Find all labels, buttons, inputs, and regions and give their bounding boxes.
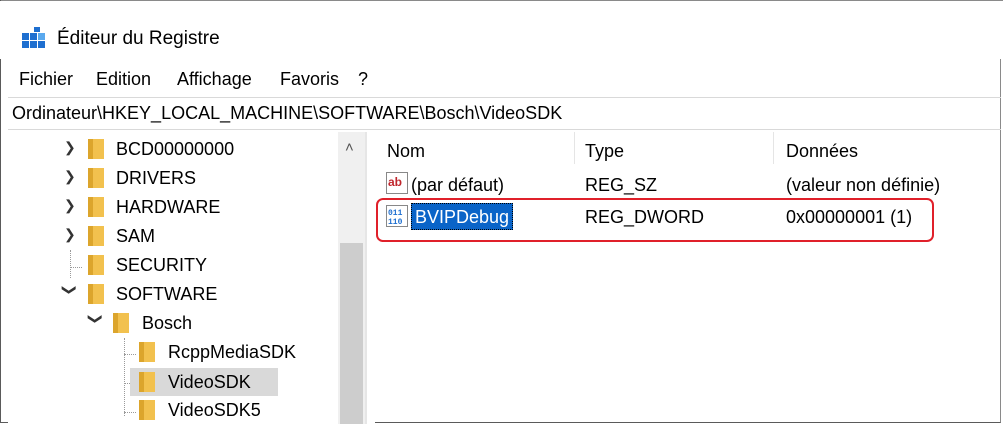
tree-guide-line bbox=[124, 412, 136, 413]
folder-icon bbox=[139, 342, 155, 362]
column-separator[interactable] bbox=[574, 132, 575, 164]
menu-favoris[interactable]: Favoris bbox=[280, 69, 339, 90]
chevron-right-icon[interactable]: ❯ bbox=[64, 197, 80, 213]
folder-icon bbox=[88, 197, 104, 217]
chevron-right-icon[interactable]: ❯ bbox=[64, 168, 80, 184]
tree-guide-line bbox=[70, 267, 82, 268]
chevron-down-icon[interactable]: ❯ bbox=[88, 313, 104, 329]
tree-item-label: HARDWARE bbox=[116, 197, 221, 217]
chevron-right-icon[interactable]: ❯ bbox=[64, 226, 80, 242]
tree-item-label: VideoSDK5 bbox=[168, 400, 261, 420]
menu-help[interactable]: ? bbox=[358, 69, 368, 90]
value-name[interactable]: (par défaut) bbox=[411, 175, 504, 196]
window-title: Éditeur du Registre bbox=[57, 28, 220, 49]
tree-item-label: BCD00000000 bbox=[116, 139, 235, 159]
column-header-name[interactable]: Nom bbox=[387, 141, 425, 162]
tree-item-label: SOFTWARE bbox=[116, 284, 218, 304]
highlight-annotation bbox=[376, 198, 934, 242]
column-header-data[interactable]: Données bbox=[786, 141, 858, 162]
pane-splitter[interactable] bbox=[365, 132, 375, 424]
tree-item-label: SECURITY bbox=[116, 255, 208, 275]
folder-open-icon bbox=[139, 372, 155, 392]
menu-affichage[interactable]: Affichage bbox=[177, 69, 252, 90]
folder-icon bbox=[88, 168, 104, 188]
address-path[interactable]: Ordinateur\HKEY_LOCAL_MACHINE\SOFTWARE\B… bbox=[12, 103, 562, 124]
tree-item-label: RcppMediaSDK bbox=[168, 342, 297, 362]
menu-edition[interactable]: Edition bbox=[96, 69, 151, 90]
tree-item-label: SAM bbox=[116, 226, 156, 246]
string-value-icon: ab bbox=[386, 172, 408, 194]
scrollbar-thumb[interactable] bbox=[340, 243, 363, 424]
chevron-right-icon[interactable]: ❯ bbox=[64, 139, 80, 155]
value-data: (valeur non définie) bbox=[786, 175, 941, 195]
tree-guide-line bbox=[124, 354, 136, 355]
chevron-down-icon[interactable]: ❯ bbox=[62, 284, 78, 300]
column-separator[interactable] bbox=[773, 132, 774, 164]
svg-text:ab: ab bbox=[388, 175, 402, 189]
menu-fichier[interactable]: Fichier bbox=[19, 69, 73, 90]
value-type: REG_SZ bbox=[585, 175, 658, 195]
tree-item-label: DRIVERS bbox=[116, 168, 197, 188]
registry-editor-icon bbox=[22, 27, 45, 48]
tree-scrollbar[interactable]: ˄ bbox=[338, 132, 365, 424]
folder-icon bbox=[88, 255, 104, 275]
tree-guide-line bbox=[124, 338, 125, 416]
folder-open-icon bbox=[88, 284, 104, 304]
tree-item-videosdk[interactable]: VideoSDK bbox=[130, 368, 278, 396]
tree-guide-line bbox=[70, 250, 71, 278]
tree-item-label: Bosch bbox=[142, 313, 193, 333]
scroll-up-icon[interactable]: ˄ bbox=[345, 139, 354, 156]
folder-icon bbox=[139, 400, 155, 420]
folder-icon bbox=[88, 226, 104, 246]
folder-open-icon bbox=[113, 313, 129, 333]
tree-item-label: VideoSDK bbox=[168, 372, 251, 392]
folder-icon bbox=[88, 139, 104, 159]
column-header-type[interactable]: Type bbox=[585, 141, 624, 162]
